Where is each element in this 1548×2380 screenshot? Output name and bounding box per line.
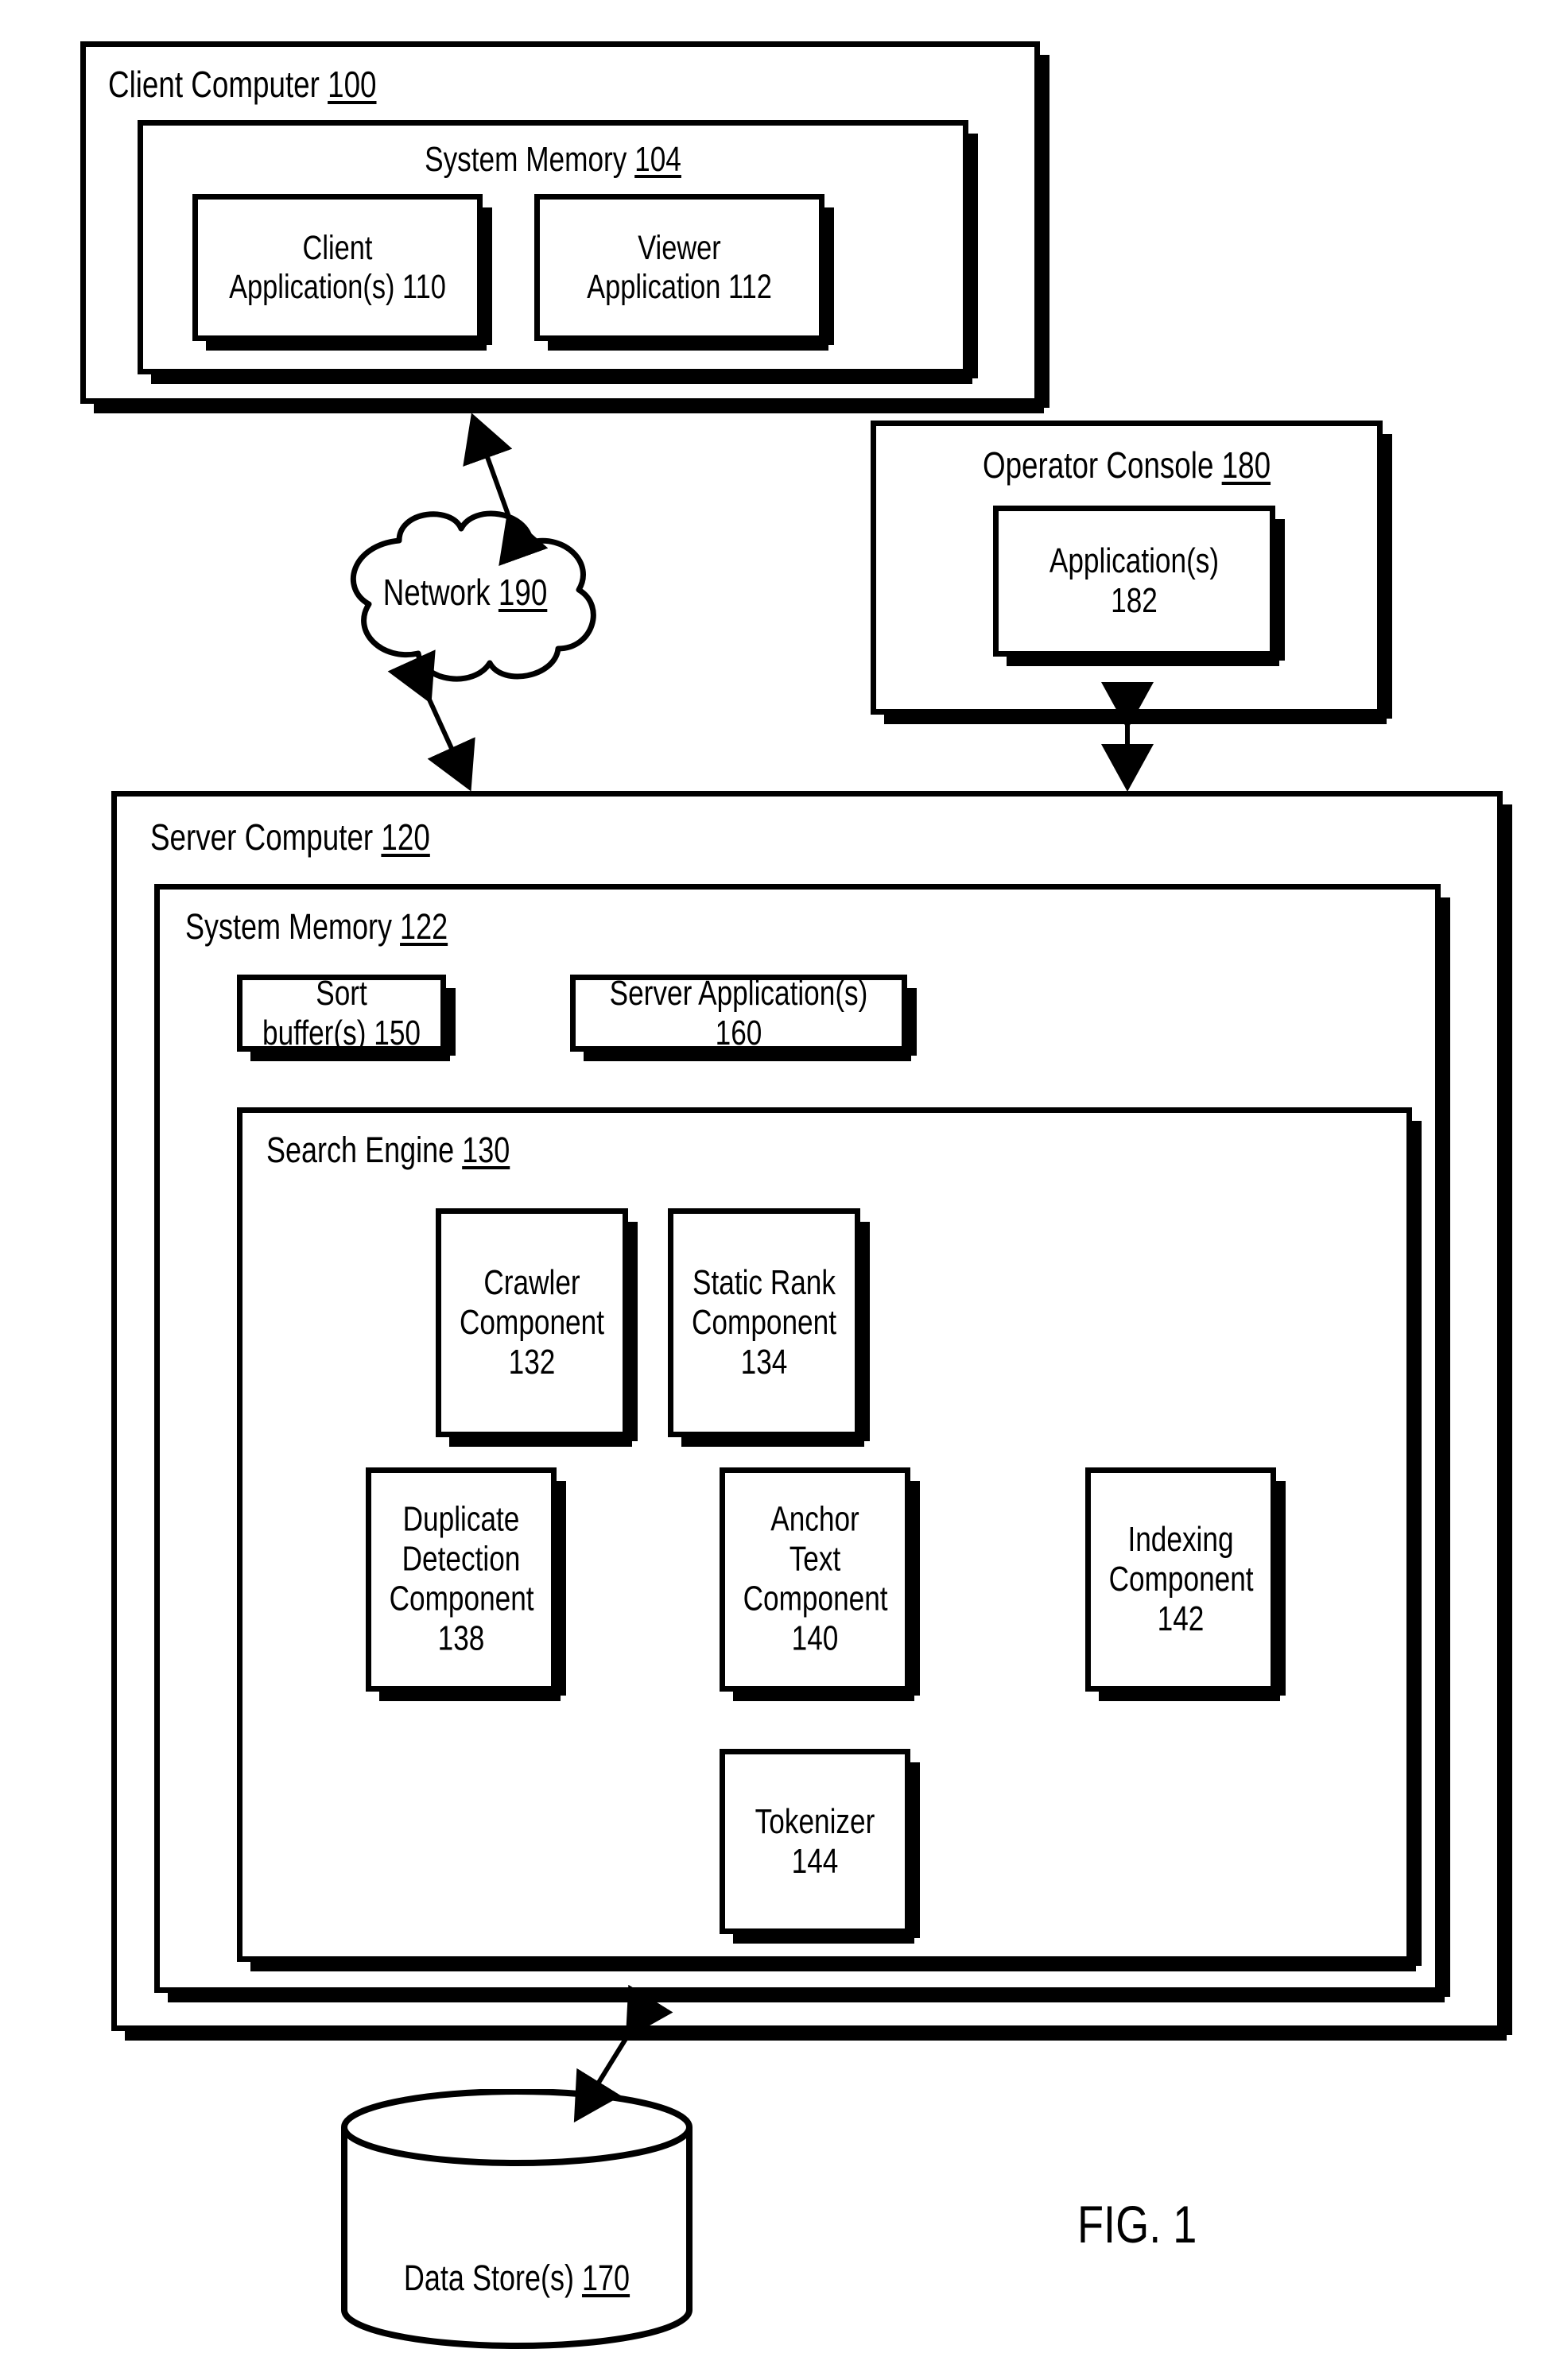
server-application-label: Server Application(s) 160 [609,973,868,1052]
static-rank-component-box: Static Rank Component 134 [668,1208,870,1447]
search-engine-box: Search Engine 130 Crawler Component 132 … [237,1107,1422,1971]
client-computer-title: Client Computer 100 [108,64,377,105]
client-system-memory-title: System Memory 104 [425,140,681,179]
arrow-network-to-server [387,649,475,792]
client-computer-box: Client Computer 100 System Memory 104 Cl… [80,41,1049,413]
network-label: Network 190 [382,572,548,613]
server-application-box: Server Application(s) 160 [570,973,917,1061]
anchor-text-component-label: Anchor Text Component 140 [743,1499,888,1659]
server-system-memory-box: System Memory 122 Sort buffer(s) 150 Ser… [154,884,1450,2002]
sort-buffer-label: Sort buffer(s) 150 [262,973,421,1052]
sort-buffer-box: Sort buffer(s) 150 [237,973,456,1061]
patent-figure-1: Client Computer 100 System Memory 104 Cl… [0,0,1548,2380]
operator-application-label: Application(s) 182 [1049,541,1220,620]
tokenizer-component-box: Tokenizer 144 [720,1749,920,1944]
server-computer-box: Server Computer 120 System Memory 122 So… [111,791,1512,2041]
tokenizer-component-label: Tokenizer 144 [755,1801,875,1881]
duplicate-detection-component-label: Duplicate Detection Component 138 [389,1499,534,1659]
operator-console-title: Operator Console 180 [982,444,1271,486]
client-system-memory-box: System Memory 104 Client Application(s) … [138,120,978,384]
crawler-component-label: Crawler Component 132 [460,1262,604,1382]
cylinder-shape-icon [341,2088,693,2349]
operator-console-box: Operator Console 180 Application(s) 182 [871,421,1392,724]
crawler-component-box: Crawler Component 132 [436,1208,638,1447]
client-application-label: Client Application(s) 110 [229,228,446,306]
indexing-component-box: Indexing Component 142 [1085,1467,1286,1701]
operator-application-box: Application(s) 182 [993,506,1285,666]
viewer-application-box: Viewer Application 112 [534,194,834,351]
static-rank-component-label: Static Rank Component 134 [692,1262,836,1382]
server-system-memory-title: System Memory 122 [185,906,448,947]
figure-caption: FIG. 1 [1077,2195,1197,2254]
viewer-application-label: Viewer Application 112 [587,228,772,306]
data-store-cylinder: Data Store(s) 170 [338,2088,696,2351]
duplicate-detection-component-box: Duplicate Detection Component 138 [366,1467,566,1701]
server-computer-title: Server Computer 120 [150,816,430,858]
client-application-box: Client Application(s) 110 [192,194,492,351]
data-store-label: Data Store(s) 170 [403,2258,630,2298]
anchor-text-component-box: Anchor Text Component 140 [720,1467,920,1701]
search-engine-title: Search Engine 130 [266,1130,510,1170]
indexing-component-label: Indexing Component 142 [1108,1519,1254,1639]
network-cloud: Network 190 [302,493,628,692]
